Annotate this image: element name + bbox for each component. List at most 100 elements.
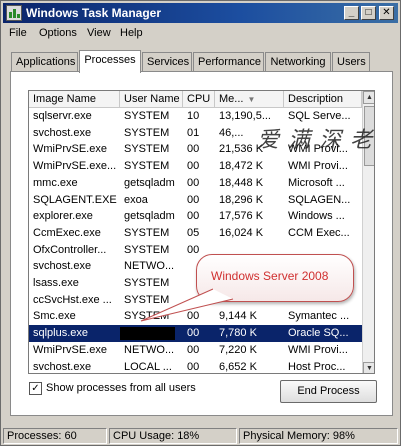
cell-memory: 18,296 K (219, 193, 264, 206)
cell-description: WMI Provi... (288, 343, 348, 356)
table-row[interactable]: explorer.exe getsqladm 00 17,576 K Windows .… (29, 208, 362, 225)
cell-memory: 13,190,5... (219, 110, 271, 122)
table-row[interactable]: svchost.exe LOCAL ... 00 6,652 K Host Proc..… (29, 359, 362, 374)
cell-image-name: svchost.exe (33, 126, 92, 139)
sort-descending-icon: ▼ (247, 95, 256, 104)
cell-cpu: 00 (187, 360, 200, 373)
column-description[interactable]: Description (284, 91, 362, 108)
cell-image-name: SQLAGENT.EXE (33, 193, 117, 206)
cell-description: Windows ... (288, 210, 345, 223)
table-row[interactable]: WmiPrvSE.exe NETWO... 00 7,220 K WMI Provi..… (29, 342, 362, 359)
status-cpu-usage: CPU Usage: 18% (109, 428, 237, 444)
cell-memory: 16,024 K (219, 226, 264, 239)
cell-cpu: 00 (187, 310, 200, 323)
close-button[interactable]: ✕ (379, 6, 394, 20)
cell-cpu: 10 (187, 110, 200, 122)
cell-image-name: ccSvcHst.exe ... (33, 293, 112, 306)
cell-user-name: NETWO... (124, 260, 175, 273)
callout-text: Windows Server 2008 (211, 269, 329, 283)
cell-user-name: NETWO... (124, 343, 175, 356)
cell-image-name: WmiPrvSE.exe... (33, 160, 117, 173)
cell-user-name: getsqladm (124, 210, 175, 223)
menu-options[interactable]: Options (39, 27, 77, 39)
cell-user-name: SYSTEM (124, 160, 170, 173)
cell-description: SQLAGEN... (288, 193, 351, 206)
redacted-block (120, 327, 175, 341)
tab-performance[interactable]: Performance (193, 52, 264, 71)
maximize-button[interactable]: □ (361, 6, 376, 20)
cell-image-name: Smc.exe (33, 310, 76, 323)
cell-image-name: svchost.exe (33, 360, 92, 373)
tab-services[interactable]: Services (142, 52, 192, 71)
cell-memory: 7,220 K (219, 343, 257, 356)
status-bar: Processes: 60 CPU Usage: 18% Physical Me… (1, 427, 400, 445)
cell-description: WMI Provi... (288, 160, 348, 173)
cell-image-name: explorer.exe (33, 210, 93, 223)
menu-help[interactable]: Help (120, 27, 143, 39)
table-row[interactable]: Smc.exe SYSTEM 00 9,144 K Symantec ... (29, 308, 362, 325)
end-process-button[interactable]: End Process (280, 380, 377, 403)
cell-cpu: 00 (187, 193, 200, 206)
tab-networking[interactable]: Networking (265, 52, 331, 71)
table-row[interactable]: CcmExec.exe SYSTEM 05 16,024 K CCM Exec... (29, 225, 362, 242)
menu-file[interactable]: File (9, 27, 27, 39)
cell-user-name: exoa (124, 193, 148, 206)
cell-user-name: SYSTEM (124, 226, 170, 239)
cell-memory: 9,144 K (219, 310, 257, 323)
cell-memory: 7,780 K (219, 327, 257, 340)
column-cpu[interactable]: CPU (183, 91, 215, 108)
cell-user-name: SYSTEM (124, 143, 170, 156)
minimize-button[interactable]: _ (344, 6, 359, 20)
cell-description: SQL Serve... (288, 110, 351, 122)
cell-memory: 18,472 K (219, 160, 264, 173)
cell-user-name: SYSTEM (124, 126, 170, 139)
table-row[interactable]: SQLAGENT.EXE exoa 00 18,296 K SQLAGEN... (29, 192, 362, 209)
cell-memory: 18,448 K (219, 176, 264, 189)
cell-image-name: sqlplus.exe (33, 327, 89, 340)
cell-user-name: SYSTEM (124, 293, 170, 306)
processes-panel: Image Name User Name CPU Me... ▼ Descript… (10, 71, 393, 416)
status-physical-memory: Physical Memory: 98% (239, 428, 398, 444)
cell-cpu: 00 (187, 210, 200, 223)
menu-bar: File Options View Help (3, 25, 398, 43)
cell-image-name: WmiPrvSE.exe (33, 143, 107, 156)
cell-image-name: lsass.exe (33, 277, 79, 289)
show-all-processes-checkbox[interactable]: ✓ (29, 382, 42, 395)
cell-description: Oracle SQ... (288, 327, 349, 340)
cell-image-name: sqlservr.exe (33, 110, 92, 122)
cell-cpu: 00 (187, 143, 200, 156)
cell-cpu: 05 (187, 226, 200, 239)
task-manager-window: Windows Task Manager _ □ ✕ File Options … (0, 0, 401, 446)
cell-cpu: 00 (187, 327, 200, 340)
task-manager-icon (6, 5, 22, 21)
column-image-name[interactable]: Image Name (29, 91, 120, 108)
table-row[interactable]: WmiPrvSE.exe... SYSTEM 00 18,472 K WMI Provi… (29, 158, 362, 175)
menu-view[interactable]: View (87, 27, 111, 39)
column-headers: Image Name User Name CPU Me... ▼ Descript… (29, 91, 362, 108)
tab-processes[interactable]: Processes (79, 50, 141, 73)
show-all-processes-label[interactable]: Show processes from all users (46, 382, 196, 394)
scroll-up-icon[interactable]: ▲ (363, 91, 374, 104)
cell-description: Symantec ... (288, 310, 350, 323)
column-memory[interactable]: Me... ▼ (215, 91, 284, 108)
table-row[interactable]: sqlplus.exe 00 7,780 K Oracle SQ... (29, 325, 362, 343)
table-row[interactable]: mmc.exe getsqladm 00 18,448 K Microsoft ... (29, 175, 362, 192)
column-user-name[interactable]: User Name (120, 91, 183, 108)
cell-cpu: 00 (187, 160, 200, 173)
cell-user-name: SYSTEM (124, 243, 170, 256)
cell-cpu: 01 (187, 126, 200, 139)
cell-user-name: SYSTEM (124, 110, 170, 122)
scroll-down-icon[interactable]: ▼ (363, 362, 374, 373)
window-title: Windows Task Manager (26, 6, 162, 20)
cell-user-name: SYSTEM (124, 310, 170, 323)
tab-users[interactable]: Users (332, 52, 370, 71)
cell-cpu: 00 (187, 176, 200, 189)
tab-applications[interactable]: Applications (11, 52, 78, 71)
cell-memory: 6,652 K (219, 360, 257, 373)
title-bar[interactable]: Windows Task Manager _ □ ✕ (3, 3, 398, 23)
status-processes: Processes: 60 (3, 428, 107, 444)
cell-user-name: LOCAL ... (124, 360, 172, 373)
cell-image-name: WmiPrvSE.exe (33, 343, 107, 356)
cell-cpu: 00 (187, 343, 200, 356)
cell-image-name: mmc.exe (33, 176, 78, 189)
